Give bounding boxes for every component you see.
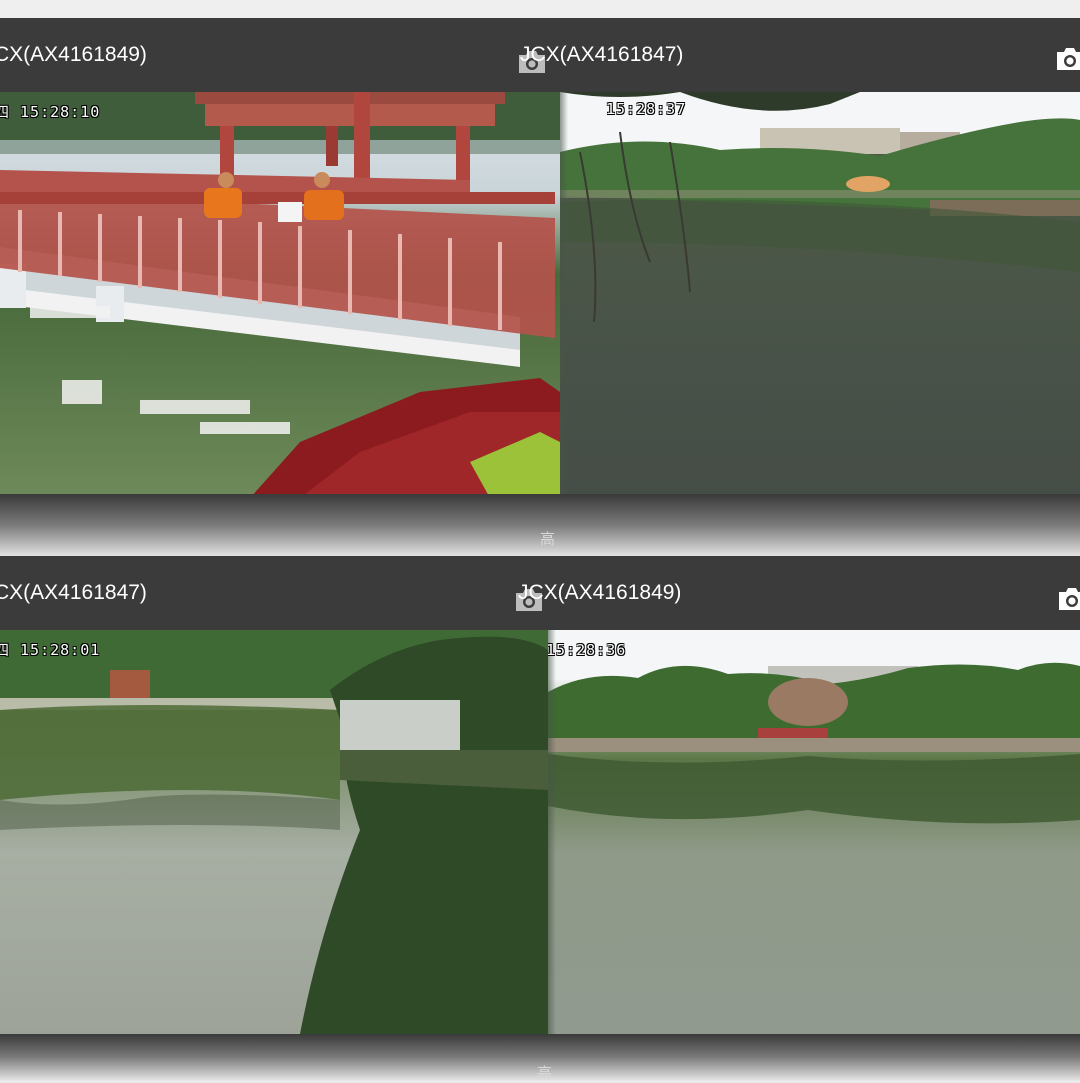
camera-title-bottom-left: CX(AX4161847) (0, 581, 147, 604)
top-row-control-bar: 高 (0, 494, 1080, 556)
video-feed-bottom-right[interactable]: 期四 15:28:36 (548, 630, 1080, 1034)
video-feed-bottom-left[interactable]: 四 15:28:01 (0, 630, 548, 1034)
feed-scene-lake-shore (548, 630, 1080, 1034)
video-feed-top-right[interactable]: 15:28:37 (560, 92, 1080, 494)
osd-timestamp-top-left: 四 15:28:10 (0, 103, 101, 121)
bottom-row-control-bar: 高 (0, 1034, 1080, 1082)
stream-quality-toggle-top[interactable]: 高 (540, 528, 555, 549)
top-row-title-bar: CX(AX4161849) JCX(AX4161847) (0, 18, 1080, 92)
feed-scene-lake-trees (560, 92, 1080, 494)
camera-title-bottom-right: JCX(AX4161849) (518, 581, 682, 604)
window-top-strip (0, 0, 1080, 18)
snapshot-button-top-right[interactable] (1054, 46, 1080, 72)
feed-blend-seam-bottom (548, 630, 556, 1034)
bottom-row-title-bar: CX(AX4161847) JCX(AX4161849) (0, 556, 1080, 630)
camera-title-top-left: CX(AX4161849) (0, 43, 147, 66)
camera-icon (1057, 48, 1080, 70)
video-feed-top-left[interactable]: 四 15:28:10 (0, 92, 560, 498)
osd-timestamp-bottom-left: 四 15:28:01 (0, 641, 101, 659)
camera-title-top-right: JCX(AX4161847) (520, 43, 684, 66)
snapshot-button-bottom-right[interactable] (1056, 586, 1080, 612)
feed-blend-seam-top (560, 92, 568, 494)
feed-scene-pavilion (0, 92, 560, 498)
osd-timestamp-bottom-right: 期四 15:28:36 (548, 641, 627, 659)
feed-scene-lake-reflection (0, 630, 548, 1034)
osd-timestamp-top-right: 15:28:37 (606, 100, 687, 118)
camera-icon (1059, 588, 1080, 610)
